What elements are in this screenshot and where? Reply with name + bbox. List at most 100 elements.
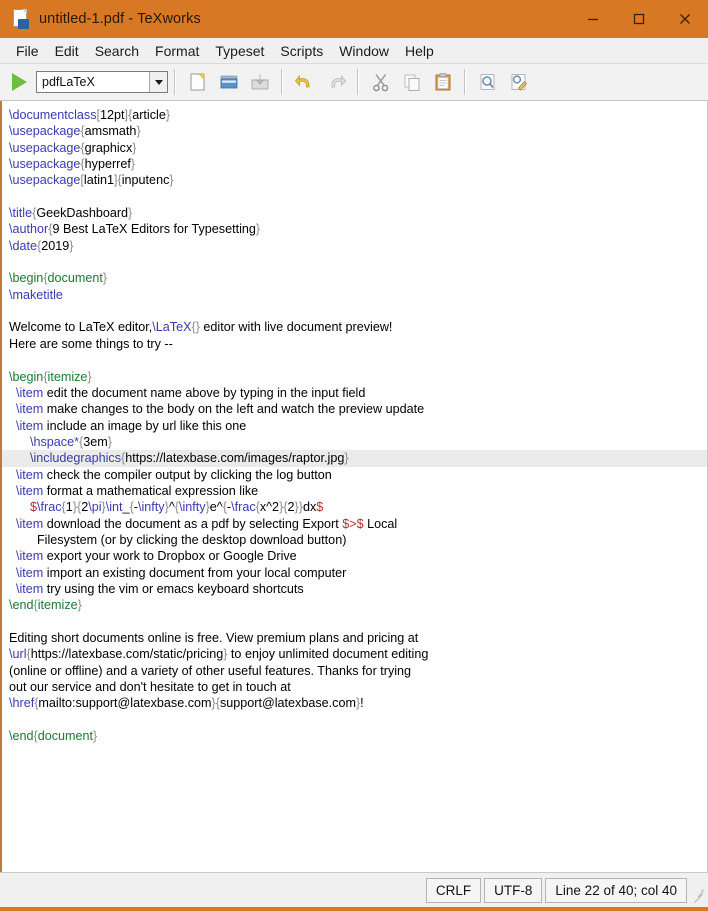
editor-line[interactable]: \href{mailto:support@latexbase.com}{supp… bbox=[6, 695, 707, 711]
editor-line[interactable]: \item format a mathematical expression l… bbox=[6, 483, 707, 499]
copy-icon[interactable] bbox=[397, 68, 426, 97]
code-token: \infty bbox=[178, 500, 206, 515]
code-token: \item bbox=[16, 402, 44, 417]
code-token: \usepackage bbox=[9, 157, 81, 172]
editor-line[interactable]: Here are some things to try -- bbox=[6, 336, 707, 352]
editor-line[interactable] bbox=[6, 303, 707, 319]
source-editor[interactable]: \documentclass[12pt]{article} \usepackage… bbox=[0, 101, 708, 872]
open-folder-icon[interactable] bbox=[214, 68, 243, 97]
typeset-engine-select[interactable]: pdfLaTeX bbox=[36, 71, 168, 93]
menu-item-search[interactable]: Search bbox=[87, 41, 147, 61]
editor-line[interactable]: \date{2019} bbox=[6, 238, 707, 254]
editor-line[interactable]: \end{itemize} bbox=[6, 597, 707, 613]
find-icon[interactable] bbox=[473, 68, 502, 97]
editor-line[interactable]: \item import an existing document from y… bbox=[6, 565, 707, 581]
editor-line[interactable] bbox=[6, 189, 707, 205]
typeset-engine-value: pdfLaTeX bbox=[42, 75, 95, 89]
editor-line[interactable]: \url{https://latexbase.com/static/pricin… bbox=[6, 646, 707, 662]
editor-line[interactable]: \hspace*{3em} bbox=[6, 434, 707, 450]
resize-grip-icon[interactable] bbox=[690, 887, 704, 903]
code-token: $ bbox=[316, 500, 324, 515]
editor-line[interactable]: \usepackage{hyperref} bbox=[6, 156, 707, 172]
code-token: \date bbox=[9, 238, 38, 253]
chevron-down-icon[interactable] bbox=[149, 72, 167, 92]
menu-item-file[interactable]: File bbox=[8, 41, 47, 61]
editor-line[interactable]: \item export your work to Dropbox or Goo… bbox=[6, 548, 707, 564]
menu-item-typeset[interactable]: Typeset bbox=[207, 41, 272, 61]
editor-line[interactable]: \title{GeekDashboard} bbox=[6, 205, 707, 221]
encoding-indicator[interactable]: UTF-8 bbox=[484, 877, 543, 903]
menu-item-edit[interactable]: Edit bbox=[47, 41, 87, 61]
editor-line[interactable]: Welcome to LaTeX editor,\LaTeX{} editor … bbox=[6, 319, 707, 335]
close-button[interactable] bbox=[662, 0, 708, 38]
editor-line[interactable]: \item download the document as a pdf by … bbox=[6, 516, 707, 532]
editor-line[interactable]: \usepackage{amsmath} bbox=[6, 123, 707, 139]
editor-line[interactable]: Editing short documents online is free. … bbox=[6, 630, 707, 646]
code-token: \documentclass bbox=[9, 108, 97, 122]
editor-line[interactable]: \usepackage[latin1]{inputenc} bbox=[6, 172, 707, 188]
code-token: \href bbox=[9, 696, 35, 711]
code-token: Local bbox=[363, 516, 398, 531]
redo-icon[interactable] bbox=[321, 68, 350, 97]
editor-line[interactable]: \item make changes to the body on the le… bbox=[6, 401, 707, 417]
status-bar: CRLF UTF-8 Line 22 of 40; col 40 bbox=[0, 872, 708, 907]
window-controls bbox=[570, 0, 708, 38]
code-token: itemize bbox=[47, 369, 88, 384]
editor-line[interactable] bbox=[6, 712, 707, 728]
editor-line[interactable]: \includegraphics{https://latexbase.com/i… bbox=[2, 450, 707, 467]
minimize-button[interactable] bbox=[570, 0, 616, 38]
undo-icon[interactable] bbox=[290, 68, 319, 97]
editor-line[interactable] bbox=[6, 254, 707, 270]
code-token: to enjoy unlimited document editing bbox=[227, 647, 429, 662]
editor-line[interactable]: \begin{document} bbox=[6, 270, 707, 286]
menu-item-format[interactable]: Format bbox=[147, 41, 207, 61]
editor-line[interactable]: \item try using the vim or emacs keyboar… bbox=[6, 581, 707, 597]
editor-line[interactable]: \end{document} bbox=[6, 728, 707, 744]
editor-line[interactable]: \begin{itemize} bbox=[6, 369, 707, 385]
cut-scissors-icon[interactable] bbox=[366, 68, 395, 97]
menu-item-help[interactable]: Help bbox=[397, 41, 442, 61]
code-token: } bbox=[165, 108, 171, 122]
editor-line[interactable] bbox=[6, 614, 707, 630]
toolbar-separator bbox=[464, 69, 466, 95]
editor-line[interactable]: \item include an image by url like this … bbox=[6, 418, 707, 434]
editor-line[interactable]: \usepackage{graphicx} bbox=[6, 140, 707, 156]
new-document-icon[interactable] bbox=[183, 68, 212, 97]
code-token: editor with live document preview! bbox=[199, 320, 393, 335]
find-replace-icon[interactable] bbox=[504, 68, 533, 97]
editor-line[interactable]: out our service and don't hesitate to ge… bbox=[6, 679, 707, 695]
save-document-icon[interactable] bbox=[245, 68, 274, 97]
editor-line[interactable] bbox=[6, 352, 707, 368]
editor-line[interactable]: \author{9 Best LaTeX Editors for Typeset… bbox=[6, 221, 707, 237]
code-token: \frac bbox=[37, 500, 62, 515]
menu-item-scripts[interactable]: Scripts bbox=[272, 41, 331, 61]
code-token: check the compiler output by clicking th… bbox=[43, 467, 332, 482]
code-token: \item bbox=[16, 385, 44, 400]
cursor-position-indicator[interactable]: Line 22 of 40; col 40 bbox=[545, 877, 687, 903]
menu-item-window[interactable]: Window bbox=[331, 41, 397, 61]
paste-clipboard-icon[interactable] bbox=[428, 68, 457, 97]
code-token: \begin bbox=[9, 369, 44, 384]
editor-line[interactable]: (online or offline) and a variety of oth… bbox=[6, 663, 707, 679]
code-token: amsmath bbox=[84, 124, 137, 139]
editor-line[interactable]: \item check the compiler output by click… bbox=[6, 467, 707, 483]
code-token: _ bbox=[122, 500, 130, 515]
code-token: Editing short documents online is free. … bbox=[9, 631, 419, 645]
code-token: \item bbox=[16, 483, 44, 498]
editor-line[interactable]: \item edit the document name above by ty… bbox=[6, 385, 707, 401]
line-ending-indicator[interactable]: CRLF bbox=[425, 877, 482, 903]
typeset-run-button[interactable] bbox=[6, 69, 32, 95]
editor-line[interactable]: \maketitle bbox=[6, 287, 707, 303]
latex-source-text[interactable]: \documentclass[12pt]{article} \usepackage… bbox=[2, 101, 707, 744]
toolbar-separator bbox=[357, 69, 359, 95]
code-token: document bbox=[37, 729, 94, 744]
editor-line[interactable]: \documentclass[12pt]{article} bbox=[6, 107, 707, 123]
editor-line[interactable]: Filesystem (or by clicking the desktop d… bbox=[6, 532, 707, 548]
editor-line[interactable]: $\frac{1}{2\pi}\int_{-\infty}^{\infty}e^… bbox=[6, 499, 707, 515]
code-token: } bbox=[255, 222, 261, 237]
maximize-button[interactable] bbox=[616, 0, 662, 38]
